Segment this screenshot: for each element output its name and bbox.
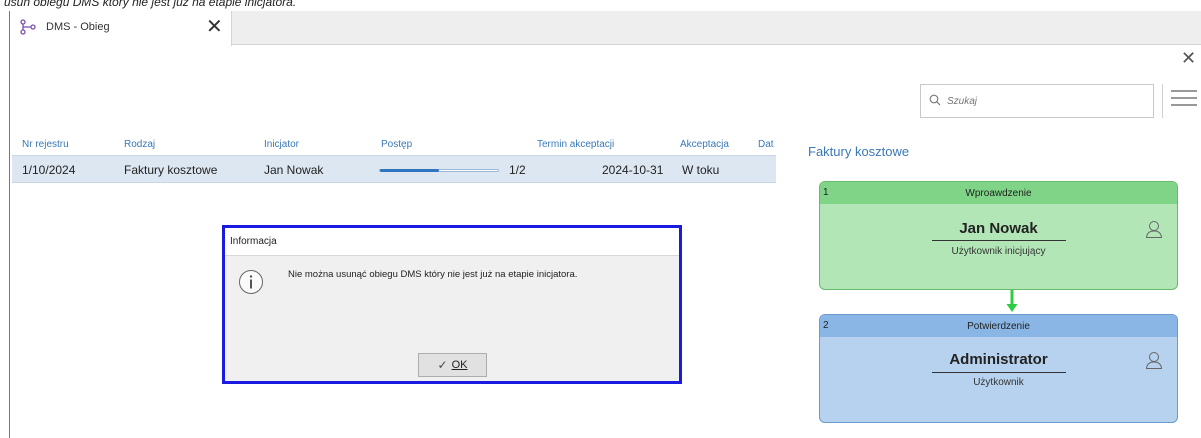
dialog-title: Informacja [230,236,277,247]
progress-bar [379,169,499,172]
stage-person-underline [932,240,1066,241]
cell-nr-rejestru: 1/10/2024 [22,163,76,177]
user-icon [1145,352,1163,369]
stage-card-potwierdzenie[interactable]: 2 Potwierdzenie Administrator Użytkownik [819,314,1178,423]
stage-header: 1 Wproawdzenie [820,182,1177,204]
stage-card-wprowadzenie[interactable]: 1 Wproawdzenie Jan Nowak Użytkownik inic… [819,181,1178,290]
column-header-termin-akceptacji[interactable]: Termin akceptacji [537,139,614,150]
grid-header: Nr rejestru Rodzaj Inicjator Postęp Term… [0,139,780,153]
hamburger-menu-icon[interactable] [1171,90,1197,112]
table-row[interactable]: 1/10/2024 Faktury kosztowe Jan Nowak 1/2… [12,155,776,183]
column-header-nr-rejestru[interactable]: Nr rejestru [22,139,69,150]
cell-progress-text: 1/2 [509,163,526,177]
stage-person-underline [932,372,1066,373]
check-icon: ✓ [437,358,448,372]
dialog-title-bar: Informacja [225,228,679,256]
stage-name: Wproawdzenie [965,188,1032,199]
window-frame [9,11,10,438]
user-icon [1145,221,1163,238]
dialog-message: Nie można usunąć obiegu DMS który nie je… [288,269,578,280]
workflow-icon [20,19,36,35]
column-header-data[interactable]: Dat [758,139,774,150]
info-dialog: Informacja Nie można usunąć obiegu DMS k… [222,225,682,384]
search-input[interactable] [947,86,1147,116]
ok-button-label: OK [451,359,468,371]
cell-inicjator: Jan Nowak [264,163,324,177]
toolbar-separator [1162,84,1163,118]
cell-rodzaj: Faktury kosztowe [124,163,218,177]
tab-dms-obieg[interactable]: DMS - Obieg ✕ [10,11,232,46]
stage-role: Użytkownik [973,377,1024,388]
tab-title: DMS - Obieg [46,21,110,33]
flow-arrow-icon [1006,290,1018,312]
search-icon [929,94,941,106]
cell-termin-akceptacji: 2024-10-31 [602,163,664,177]
info-icon [239,270,263,294]
stage-header: 2 Potwierdzenie [820,315,1177,337]
workflow-title: Faktury kosztowe [808,144,910,159]
stage-person: Administrator [949,351,1048,368]
caption-text: usuń obiegu DMS który nie jest już na et… [4,0,297,9]
cell-akceptacja: W toku [682,163,720,177]
column-header-inicjator[interactable]: Inicjator [264,139,299,150]
progress-bar-fill [380,169,439,172]
column-header-akceptacja[interactable]: Akceptacja [680,139,729,150]
column-header-postep[interactable]: Postęp [381,139,412,150]
stage-person: Jan Nowak [959,220,1038,237]
window-close-icon[interactable]: ✕ [1181,48,1196,68]
column-header-rodzaj[interactable]: Rodzaj [124,139,155,150]
tab-strip: DMS - Obieg ✕ [10,11,1201,46]
search-box[interactable] [920,84,1154,118]
tab-close-icon[interactable]: ✕ [206,15,223,39]
stage-role: Użytkownik inicjujący [951,246,1046,257]
ok-button[interactable]: ✓ OK [418,353,487,377]
stage-name: Potwierdzenie [967,321,1030,332]
